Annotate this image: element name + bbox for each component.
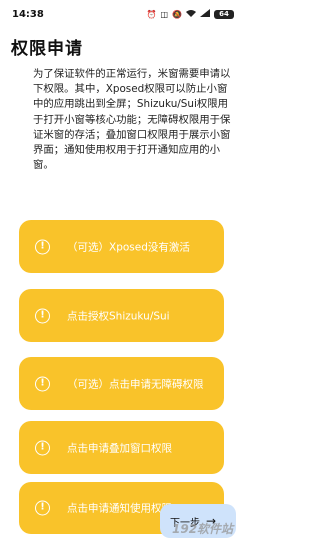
card-label: 点击申请通知使用权限 bbox=[67, 502, 172, 515]
overlay-permission-card[interactable]: ! 点击申请叠加窗口权限 bbox=[19, 421, 224, 474]
watermark: 192软件站 bbox=[172, 522, 234, 536]
nfc-icon: ◫ bbox=[160, 9, 169, 19]
card-label: （可选）Xposed没有激活 bbox=[67, 241, 190, 253]
card-label: （可选）点击申请无障碍权限 bbox=[67, 378, 204, 390]
alert-circle-icon: ! bbox=[35, 239, 50, 254]
wifi-icon bbox=[186, 9, 196, 19]
page-title: 权限申请 bbox=[11, 39, 83, 59]
card-label: 点击授权Shizuku/Sui bbox=[67, 310, 170, 322]
signal-icon bbox=[200, 9, 210, 19]
shizuku-permission-card[interactable]: ! 点击授权Shizuku/Sui bbox=[19, 289, 224, 342]
alert-circle-icon: ! bbox=[35, 376, 50, 391]
alert-circle-icon: ! bbox=[35, 500, 50, 516]
status-icons: ⏰ ◫ 🔕 64 bbox=[146, 9, 234, 19]
mute-icon: 🔕 bbox=[172, 9, 182, 19]
accessibility-permission-card[interactable]: ! （可选）点击申请无障碍权限 bbox=[19, 357, 224, 410]
alarm-icon: ⏰ bbox=[146, 9, 157, 19]
alert-circle-icon: ! bbox=[35, 440, 50, 455]
card-label: 点击申请叠加窗口权限 bbox=[67, 442, 172, 454]
status-bar: 14:38 ⏰ ◫ 🔕 64 bbox=[0, 0, 246, 28]
alert-circle-icon: ! bbox=[35, 308, 50, 323]
status-time: 14:38 bbox=[12, 8, 44, 20]
xposed-permission-card[interactable]: ! （可选）Xposed没有激活 bbox=[19, 220, 224, 273]
battery-icon: 64 bbox=[214, 9, 234, 19]
intro-text: 为了保证软件的正常运行，米窗需要申请以下权限。其中，Xposed权限可以防止小窗… bbox=[33, 68, 231, 172]
